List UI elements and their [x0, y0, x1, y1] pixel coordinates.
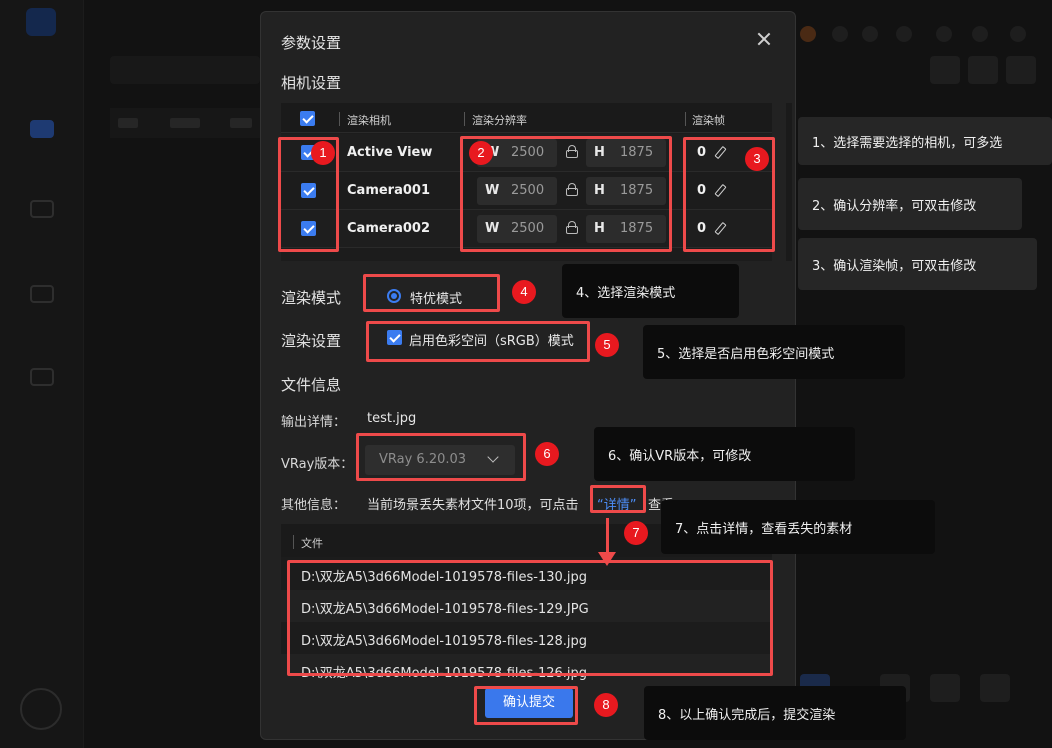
app-sidebar	[0, 0, 84, 748]
height-field[interactable]: H 1875	[586, 139, 666, 167]
note-7: 7、点击详情，查看丢失的素材	[661, 500, 935, 554]
file-row: D:\双龙A5\3d66Model-1019578-files-126.jpg	[281, 654, 772, 684]
vray-version-select[interactable]: VRay 6.20.03	[365, 445, 515, 475]
background-row	[100, 680, 250, 696]
note-2: 2、确认分辨率，可双击修改	[798, 178, 1022, 230]
height-field[interactable]: H 1875	[586, 177, 666, 205]
note-5: 5、选择是否启用色彩空间模式	[643, 325, 905, 379]
camera-table-header: 渲染相机 渲染分辨率 渲染帧	[281, 103, 772, 133]
vray-label: VRay版本：	[281, 457, 354, 472]
width-field[interactable]: W2500	[477, 177, 557, 205]
note-3: 3、确认渲染帧，可双击修改	[798, 238, 1037, 290]
vray-version-value: VRay 6.20.03	[379, 452, 467, 467]
badge-4: 4	[512, 280, 536, 304]
camera-row[interactable]: Active View W2500 H1875 0	[281, 134, 772, 172]
lock-icon[interactable]	[566, 221, 578, 234]
sidebar-icon	[30, 285, 54, 303]
file-info-section-title: 文件信息	[281, 376, 342, 394]
sidebar-icon	[30, 120, 54, 138]
select-all-checkbox[interactable]	[300, 111, 315, 126]
note-4: 4、选择渲染模式	[562, 264, 739, 318]
arrow-shaft	[606, 518, 609, 556]
lock-icon[interactable]	[566, 183, 578, 196]
background-row	[100, 718, 260, 734]
camera-name: Camera001	[347, 183, 430, 198]
badge-3: 3	[745, 147, 769, 171]
note-8: 8、以上确认完成后，提交渲染	[644, 686, 906, 740]
arrow-down-icon	[598, 552, 616, 566]
render-mode-option[interactable]: 特优模式	[369, 283, 489, 309]
lock-icon[interactable]	[566, 145, 578, 158]
camera-table: 渲染相机 渲染分辨率 渲染帧 Active View W2500 H1875 0…	[281, 103, 792, 261]
frame-value[interactable]: 0	[697, 221, 706, 236]
camera-row[interactable]: Camera001 W 2500 H 1875 0	[281, 172, 772, 210]
pencil-icon[interactable]	[714, 146, 724, 158]
camera-row[interactable]: Camera002 W 2500 H 1875 0	[281, 210, 772, 248]
pencil-icon[interactable]	[714, 222, 724, 234]
table-scrollbar[interactable]	[786, 103, 792, 261]
frame-value[interactable]: 0	[697, 183, 706, 198]
sidebar-item-3[interactable]	[12, 285, 72, 309]
submit-button[interactable]: 确认提交	[485, 688, 573, 718]
sidebar-icon	[30, 368, 54, 386]
camera-name: Active View	[347, 145, 433, 160]
note-1: 1、选择需要选择的相机，可多选	[798, 117, 1052, 165]
render-mode-option-label: 特优模式	[410, 292, 463, 307]
background-search	[110, 56, 260, 84]
app-logo	[26, 8, 56, 36]
header-camera: 渲染相机	[347, 114, 391, 127]
sidebar-item-4[interactable]	[12, 368, 72, 392]
camera-checkbox[interactable]	[301, 221, 316, 236]
camera-checkbox[interactable]	[301, 183, 316, 198]
pencil-icon[interactable]	[714, 184, 724, 196]
header-frames: 渲染帧	[692, 114, 725, 127]
sidebar-item-1[interactable]	[12, 120, 72, 144]
camera-section-title: 相机设置	[281, 74, 342, 92]
badge-2: 2	[469, 141, 493, 165]
background-avatar	[20, 688, 62, 730]
file-row: D:\双龙A5\3d66Model-1019578-files-130.jpg	[301, 570, 588, 585]
output-label: 输出详情：	[281, 415, 347, 430]
color-space-label: 启用色彩空间（sRGB）模式	[409, 334, 574, 349]
badge-7: 7	[624, 521, 648, 545]
height-field[interactable]: H 1875	[586, 215, 666, 243]
render-settings-label: 渲染设置	[281, 332, 342, 350]
file-row: D:\双龙A5\3d66Model-1019578-files-128.jpg	[301, 634, 588, 649]
header-resolution: 渲染分辨率	[472, 114, 527, 127]
width-field[interactable]: W2500	[477, 215, 557, 243]
file-row: D:\双龙A5\3d66Model-1019578-files-129.JPG	[281, 590, 772, 622]
badge-8: 8	[594, 693, 618, 717]
camera-name: Camera002	[347, 221, 430, 236]
header-file: 文件	[301, 537, 323, 550]
dialog-title: 参数设置	[281, 34, 342, 52]
details-link[interactable]: “详情”	[597, 494, 636, 513]
other-info-label: 其他信息：	[281, 498, 347, 513]
badge-1: 1	[311, 141, 335, 165]
background-toolbar	[796, 18, 1052, 84]
chevron-down-icon	[487, 451, 499, 463]
background-tabs	[110, 108, 260, 138]
close-icon[interactable]	[754, 29, 774, 49]
sidebar-icon	[30, 200, 54, 218]
frame-value[interactable]: 0	[697, 145, 706, 160]
badge-5: 5	[595, 333, 619, 357]
sidebar-item-2[interactable]	[12, 200, 72, 224]
render-mode-radio[interactable]	[387, 289, 401, 303]
render-mode-label: 渲染模式	[281, 289, 342, 307]
output-value: test.jpg	[367, 411, 417, 426]
other-info-text: 当前场景丢失素材文件10项，可点击	[367, 498, 579, 513]
note-6: 6、确认VR版本，可修改	[594, 427, 855, 481]
color-space-checkbox[interactable]	[387, 330, 402, 345]
badge-6: 6	[535, 442, 559, 466]
